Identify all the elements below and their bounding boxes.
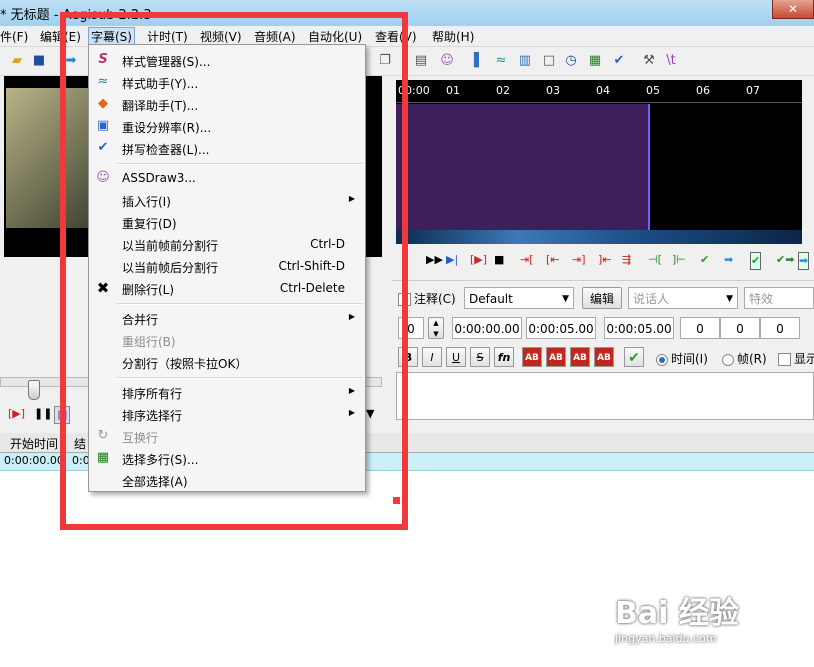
show-original-label: 显示 (794, 352, 814, 366)
strikeout-button[interactable]: S (470, 347, 490, 367)
close-button[interactable]: ✕ (772, 0, 814, 19)
watermark-logo: Bai 经验 (615, 596, 739, 631)
audio-cursor[interactable] (648, 104, 650, 230)
lead-in-icon[interactable]: ⊣[ (648, 252, 662, 268)
audio-selection[interactable] (396, 104, 648, 230)
translate-icon[interactable]: ▦ (586, 52, 604, 70)
play-selection-icon[interactable]: ▶| (446, 252, 458, 268)
play-next-icon[interactable]: ▶▶ (426, 252, 443, 268)
annotation-dot (393, 497, 400, 504)
auto-next-icon[interactable]: ✔➡ (776, 252, 794, 268)
frame-radio-label: 帧(R) (737, 352, 767, 366)
secondary-color-button[interactable]: AB (546, 347, 566, 367)
next-line-icon[interactable]: ➡ (724, 252, 733, 268)
start-time-field[interactable]: 0:00:00.00 (452, 317, 522, 339)
tools-icon[interactable]: ⚒ (640, 52, 658, 70)
subtitle-text-area[interactable] (396, 372, 814, 420)
save-icon[interactable]: ■ (30, 52, 48, 70)
play-end-icon[interactable]: ⇥] (572, 252, 586, 268)
primary-color-button[interactable]: AB (522, 347, 542, 367)
annotation-highlight-box (60, 12, 408, 530)
effect-field[interactable]: 特效 (744, 287, 814, 309)
play-after-icon[interactable]: ]⇤ (598, 252, 612, 268)
show-original-checkbox[interactable]: 显示 (778, 350, 814, 367)
audio-timeline: 00:00 01 02 03 04 05 06 07 (396, 80, 802, 103)
clock-icon[interactable]: ◷ (562, 52, 580, 70)
timeline-tick: 02 (496, 84, 510, 97)
underline-button[interactable]: U (446, 347, 466, 367)
play-to-end-icon[interactable]: ⇶ (622, 252, 631, 268)
stop-icon[interactable]: ■ (494, 252, 504, 268)
frame-radio[interactable]: 帧(R) (722, 350, 767, 367)
row-start-time: 0:00:00.00 (4, 454, 64, 467)
play-start-icon[interactable]: [⇤ (546, 252, 560, 268)
timeline-tick: 03 (546, 84, 560, 97)
play-line-icon[interactable]: [▶] (8, 406, 25, 422)
resolution-icon[interactable]: ▥ (516, 52, 534, 70)
layer-spin-button[interactable]: ▲ ▼ (428, 317, 444, 339)
margin-left-field[interactable]: 0 (680, 317, 720, 339)
audio-controls: ▶▶ ▶| [▶] ■ ⇥[ [⇤ ⇥] ]⇤ ⇶ ⊣[ ]⊢ ✔ ➡ ✔ ✔➡… (396, 249, 814, 271)
edit-style-button[interactable]: 编辑 (582, 287, 622, 309)
style-dropdown[interactable]: Default ▼ (464, 287, 574, 309)
audio-scrollbar[interactable] (396, 230, 802, 244)
audio-display[interactable]: 00:00 01 02 03 04 05 06 07 (396, 80, 802, 230)
timeline-tick: 06 (696, 84, 710, 97)
timing-icon[interactable]: ▌ (470, 52, 488, 70)
override-tag-icon[interactable]: \t (662, 52, 680, 70)
duration-field[interactable]: 0:00:05.00 (604, 317, 674, 339)
seek-slider-handle[interactable] (28, 380, 40, 400)
commit-icon[interactable]: ✔ (700, 252, 709, 268)
assdraw-toolbar-icon[interactable]: ☺ (438, 52, 456, 70)
end-time-field[interactable]: 0:00:05.00 (526, 317, 596, 339)
comment-label: 注释(C) (414, 292, 456, 306)
timeline-tick: 07 (746, 84, 760, 97)
style-value: Default (469, 292, 513, 306)
pause-icon[interactable]: ❚❚ (34, 406, 52, 422)
time-radio-label: 时间(I) (671, 352, 708, 366)
watermark-url: jingyan.baidu.com (615, 632, 717, 645)
font-button[interactable]: fn (494, 347, 514, 367)
menu-file[interactable]: 件(F) (0, 28, 28, 45)
chevron-down-icon: ▼ (726, 294, 733, 304)
play-line-icon[interactable]: [▶] (470, 252, 487, 268)
time-radio[interactable]: 时间(I) (656, 350, 708, 367)
auto-commit-icon[interactable]: ✔ (750, 252, 762, 270)
margin-vertical-field[interactable]: 0 (760, 317, 800, 339)
timeline-tick: 01 (446, 84, 460, 97)
play-before-icon[interactable]: ⇥[ (520, 252, 534, 268)
header-start-time: 开始时间 (10, 437, 59, 451)
kanji-timer-icon[interactable]: ≈ (492, 52, 510, 70)
open-folder-icon[interactable]: ▰ (8, 52, 26, 70)
document-icon[interactable]: ▤ (412, 52, 430, 70)
commit-check-icon[interactable]: ✔ (624, 347, 644, 367)
menu-help[interactable]: 帮助(H) (432, 28, 474, 45)
lead-out-icon[interactable]: ]⊢ (672, 252, 686, 268)
margin-right-field[interactable]: 0 (720, 317, 760, 339)
timeline-tick: 04 (596, 84, 610, 97)
spellcheck-icon[interactable]: ✔ (610, 52, 628, 70)
watermark: Bai 经验 jingyan.baidu.com (615, 588, 795, 645)
square-icon[interactable]: □ (540, 52, 558, 70)
outline-color-button[interactable]: AB (570, 347, 590, 367)
actor-dropdown[interactable]: 说话人 ▼ (628, 287, 738, 309)
shadow-color-button[interactable]: AB (594, 347, 614, 367)
italic-button[interactable]: I (422, 347, 442, 367)
actor-placeholder: 说话人 (633, 292, 670, 306)
chevron-down-icon: ▼ (562, 294, 569, 304)
auto-scroll-icon[interactable]: ➡ (798, 252, 810, 270)
timeline-tick: 05 (646, 84, 660, 97)
